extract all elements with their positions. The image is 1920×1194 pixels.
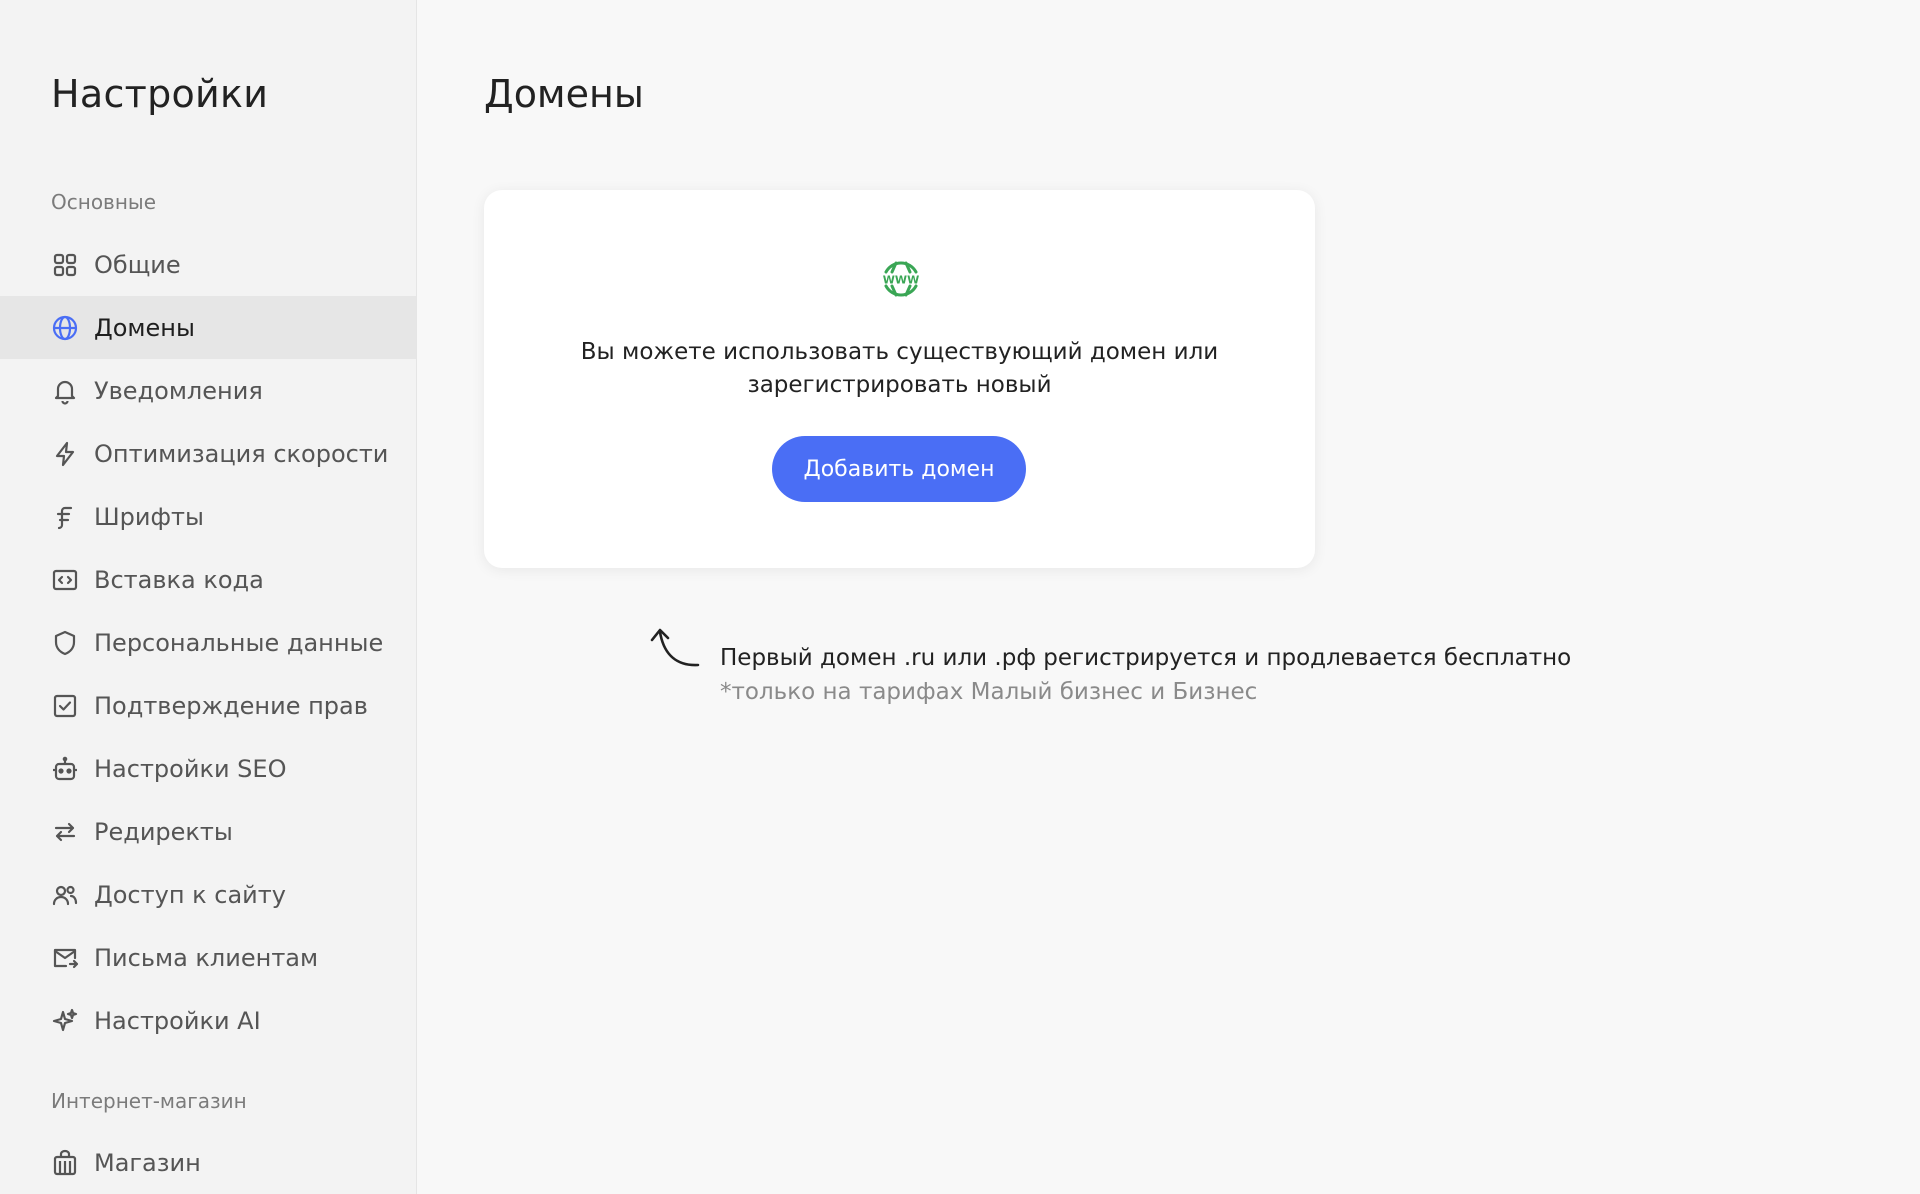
sidebar-item-speed-optimization[interactable]: Оптимизация скорости (0, 422, 416, 485)
sidebar-item-fonts[interactable]: Шрифты (0, 485, 416, 548)
sidebar-item-site-access[interactable]: Доступ к сайту (0, 863, 416, 926)
sidebar-item-label: Персональные данные (94, 628, 384, 657)
sidebar-item-label: Настройки AI (94, 1006, 261, 1035)
robot-icon (51, 755, 79, 783)
sidebar-item-label: Доступ к сайту (94, 880, 286, 909)
sidebar-item-label: Оптимизация скорости (94, 439, 389, 468)
add-domain-button[interactable]: Добавить домен (772, 436, 1026, 502)
domains-empty-card: WWW Вы можете использовать существующий … (484, 190, 1315, 568)
sidebar-item-ai-settings[interactable]: Настройки AI (0, 989, 416, 1052)
code-icon (51, 566, 79, 594)
users-icon (51, 881, 79, 909)
shield-icon (51, 629, 79, 657)
app-root: Настройки Основные Общие Домены Уведомле… (0, 0, 1920, 1194)
sidebar-item-code-insert[interactable]: Вставка кода (0, 548, 416, 611)
checkbox-icon (51, 692, 79, 720)
sidebar-item-label: Письма клиентам (94, 943, 319, 972)
lightning-icon (51, 440, 79, 468)
sidebar-item-label: Магазин (94, 1148, 201, 1177)
www-globe-icon: WWW (878, 256, 924, 302)
sparkle-icon (51, 1007, 79, 1035)
sidebar-item-notifications[interactable]: Уведомления (0, 359, 416, 422)
sidebar-item-redirects[interactable]: Редиректы (0, 800, 416, 863)
sidebar-item-label: Общие (94, 250, 181, 279)
section-label-main: Основные (51, 190, 157, 214)
sidebar-item-label: Вставка кода (94, 565, 264, 594)
section-label-online-store: Интернет-магазин (51, 1089, 247, 1113)
grid-icon (51, 251, 79, 279)
sidebar-item-shop[interactable]: Магазин (0, 1131, 416, 1194)
mail-icon (51, 944, 79, 972)
settings-sidebar: Настройки Основные Общие Домены Уведомле… (0, 0, 417, 1194)
sidebar-item-label: Домены (94, 313, 195, 342)
sidebar-item-label: Подтверждение прав (94, 691, 368, 720)
sidebar-item-customer-emails[interactable]: Письма клиентам (0, 926, 416, 989)
sidebar-item-label: Уведомления (94, 376, 263, 405)
card-description: Вы можете использовать существующий доме… (580, 339, 1219, 398)
shop-icon (51, 1149, 79, 1177)
font-icon (51, 503, 79, 531)
bell-icon (51, 377, 79, 405)
sidebar-item-domains[interactable]: Домены (0, 296, 416, 359)
sidebar-item-label: Редиректы (94, 817, 233, 846)
sidebar-item-label: Настройки SEO (94, 754, 287, 783)
globe-icon (51, 314, 79, 342)
sidebar-item-general[interactable]: Общие (0, 233, 416, 296)
sidebar-item-label: Шрифты (94, 502, 204, 531)
arrows-swap-icon (51, 818, 79, 846)
sidebar-item-personal-data[interactable]: Персональные данные (0, 611, 416, 674)
page-title: Домены (484, 72, 644, 116)
tariff-note: *только на тарифах Малый бизнес и Бизнес (720, 679, 1258, 705)
free-domain-hint: Первый домен .ru или .рф регистрируется … (720, 645, 1572, 671)
sidebar-item-seo-settings[interactable]: Настройки SEO (0, 737, 416, 800)
svg-text:WWW: WWW (883, 274, 919, 287)
sidebar-item-rights-confirmation[interactable]: Подтверждение прав (0, 674, 416, 737)
curved-arrow-icon (650, 628, 700, 667)
sidebar-title: Настройки (51, 72, 269, 116)
